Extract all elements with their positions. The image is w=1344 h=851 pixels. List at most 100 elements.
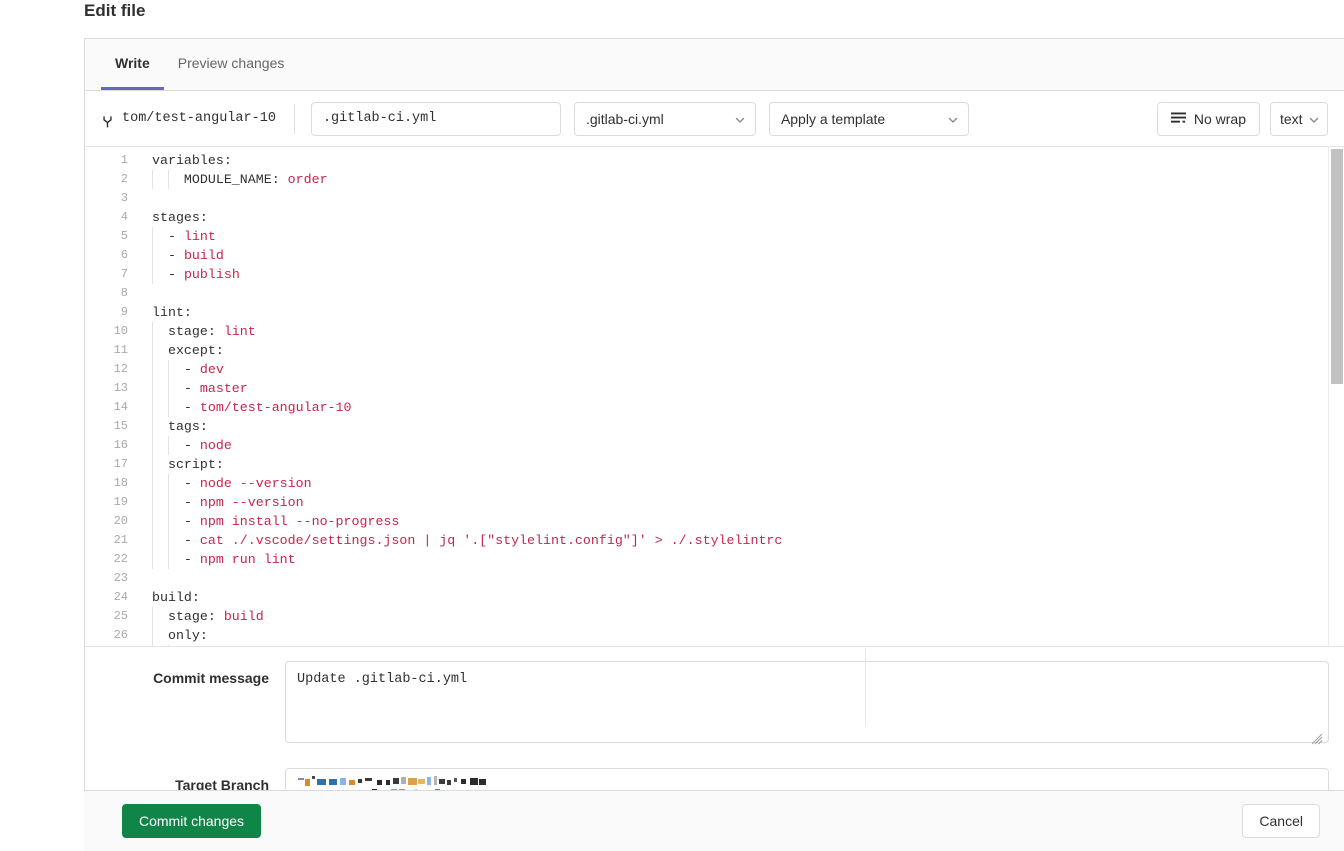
code-text: - dev: [183, 362, 224, 377]
glyph-fragment: [393, 778, 399, 784]
code-line: 26 only:: [85, 626, 1328, 645]
code-text: tags:: [167, 419, 208, 434]
line-number: 10: [113, 324, 128, 338]
glyph-fragment: [329, 779, 337, 785]
glyph-fragment: [312, 776, 315, 779]
code-line: 7 - publish: [85, 265, 1328, 284]
indent-guide: [152, 531, 153, 550]
line-number: 3: [120, 191, 128, 205]
indent-guide: [152, 360, 153, 379]
indent-guide: [152, 398, 153, 417]
no-wrap-icon: [1170, 112, 1186, 125]
code-text: only:: [167, 628, 208, 643]
indent-guide: [152, 607, 153, 626]
glyph-fragment: [365, 778, 372, 781]
tab-write-label: Write: [115, 55, 150, 71]
code-text: - npm install --no-progress: [183, 514, 400, 529]
cancel-button[interactable]: Cancel: [1242, 804, 1320, 838]
code-text: stages:: [152, 210, 208, 225]
glyph-fragment: [349, 780, 355, 785]
code-line: 10 stage: lint: [85, 322, 1328, 341]
branch-name: tom/test-angular-10: [122, 110, 276, 126]
form-actions-footer: Commit changes Cancel: [84, 790, 1344, 851]
indent-guide: [152, 455, 153, 474]
glyph-fragment: [454, 778, 457, 782]
code-line: 20 - npm install --no-progress: [85, 512, 1328, 531]
indent-guide: [168, 398, 169, 417]
indent-guide: [168, 550, 169, 569]
code-text: lint:: [152, 305, 192, 320]
code-line: 13 - master: [85, 379, 1328, 398]
tab-preview-changes-label: Preview changes: [177, 55, 285, 71]
code-text: - node: [183, 438, 232, 453]
commit-message-label: Commit message: [153, 670, 269, 686]
indent-guide: [152, 493, 153, 512]
glyph-fragment: [479, 779, 486, 785]
code-line: 8: [85, 284, 1328, 303]
line-number: 2: [120, 172, 128, 186]
code-line: 6 - build: [85, 246, 1328, 265]
line-number: 16: [113, 438, 128, 452]
glyph-fragment: [408, 778, 417, 785]
indent-guide: [168, 170, 169, 189]
indent-guide: [152, 341, 153, 360]
code-line: 16 - node: [85, 436, 1328, 455]
branch-icon: [101, 112, 114, 127]
commit-message-inner-divider: [865, 648, 866, 726]
code-line: 12 - dev: [85, 360, 1328, 379]
line-number: 21: [113, 533, 128, 547]
apply-template-select[interactable]: Apply a template: [768, 101, 969, 136]
tab-preview-changes[interactable]: Preview changes: [164, 39, 299, 90]
code-text: variables:: [152, 153, 232, 168]
tab-write[interactable]: Write: [101, 39, 164, 90]
syntax-mode-select[interactable]: text: [1270, 101, 1328, 136]
no-wrap-button[interactable]: No wrap: [1156, 101, 1260, 136]
indent-guide: [152, 379, 153, 398]
indent-guide: [152, 417, 153, 436]
glyph-fragment: [461, 779, 466, 784]
edit-file-page: Edit file Write Preview changes tom/test…: [0, 0, 1344, 851]
line-number: 26: [113, 628, 128, 642]
chevron-down-icon: [1308, 113, 1320, 125]
file-mode-select[interactable]: .gitlab-ci.yml: [573, 101, 756, 136]
code-text: - dev: [152, 645, 224, 646]
commit-changes-button[interactable]: Commit changes: [122, 804, 262, 838]
code-line: 21 - cat ./.vscode/settings.json | jq '.…: [85, 531, 1328, 550]
code-text: build:: [152, 590, 200, 605]
indent-guide: [168, 474, 169, 493]
code-line: 15 tags:: [85, 417, 1328, 436]
editor-vertical-scrollbar[interactable]: [1328, 147, 1344, 646]
glyph-fragment: [418, 779, 425, 784]
code-text: script:: [167, 457, 224, 472]
glyph-fragment: [401, 777, 406, 784]
line-number: 8: [120, 286, 128, 300]
indent-guide: [152, 246, 153, 265]
line-number: 14: [113, 400, 128, 414]
indent-guide: [152, 227, 153, 246]
indent-guide: [152, 626, 153, 645]
code-text: except:: [167, 343, 224, 358]
code-text: - node --version: [183, 476, 312, 491]
line-number: 9: [120, 305, 128, 319]
editor-scrollbar-thumb[interactable]: [1331, 149, 1343, 384]
line-number: 5: [120, 229, 128, 243]
glyph-fragment: [427, 777, 431, 785]
indent-guide: [152, 322, 153, 341]
syntax-mode-value: text: [1280, 110, 1303, 127]
commit-form: Commit message Target Branch: [85, 647, 1344, 804]
code-line: 19 - npm --version: [85, 493, 1328, 512]
indent-guide: [168, 379, 169, 398]
commit-message-input[interactable]: [285, 661, 1329, 743]
page-title: Edit file: [84, 1, 146, 20]
code-editor[interactable]: 1 variables: 2 MODULE_NAME: order 3 4 stages:…: [85, 147, 1344, 647]
line-number: 6: [120, 248, 128, 262]
line-number: 7: [120, 267, 128, 281]
tab-strip: Write Preview changes: [85, 39, 1344, 91]
edit-file-card: Write Preview changes tom/test-angular-1…: [84, 38, 1344, 804]
line-number: 27: [85, 645, 128, 646]
line-number: 13: [113, 381, 128, 395]
commit-message-row: Commit message: [85, 661, 1344, 748]
file-name-input[interactable]: [310, 101, 561, 136]
line-number: 23: [113, 571, 128, 585]
indent-guide: [168, 512, 169, 531]
